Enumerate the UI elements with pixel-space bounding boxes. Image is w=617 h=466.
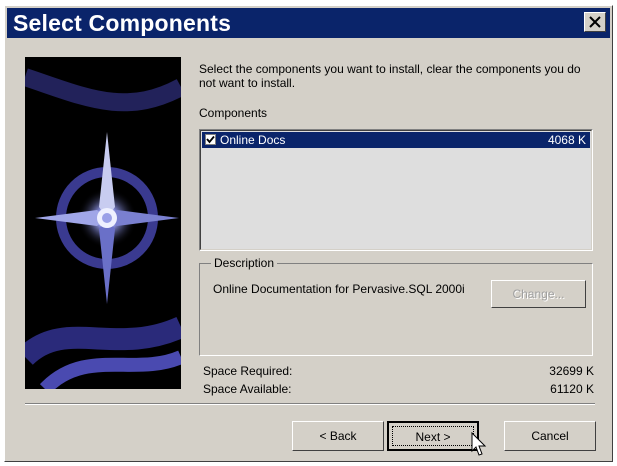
components-list-frame xyxy=(200,130,592,250)
mouse-pointer-icon xyxy=(471,432,487,456)
space-required-value: 32699 K xyxy=(549,364,594,378)
back-button[interactable]: < Back xyxy=(292,421,384,451)
description-label: Description xyxy=(211,256,278,270)
description-group xyxy=(199,263,593,356)
title-bar[interactable]: Select Components xyxy=(7,8,610,38)
change-button[interactable]: Change... xyxy=(491,280,586,308)
checkmark-icon xyxy=(206,135,215,144)
component-checkbox[interactable] xyxy=(205,134,216,145)
components-list[interactable]: Online Docs 4068 K xyxy=(199,129,593,251)
cancel-button[interactable]: Cancel xyxy=(504,421,596,451)
focus-rect xyxy=(392,426,474,446)
intro-text: Select the components you want to instal… xyxy=(199,62,581,90)
separator xyxy=(25,403,595,405)
description-text: Online Documentation for Pervasive.SQL 2… xyxy=(213,282,465,296)
component-name: Online Docs xyxy=(220,133,286,147)
list-item[interactable]: Online Docs 4068 K xyxy=(202,132,590,148)
components-label: Components xyxy=(199,106,268,120)
next-button[interactable]: Next > xyxy=(387,421,479,451)
setup-banner-image xyxy=(25,57,181,389)
close-button[interactable] xyxy=(584,12,606,32)
close-icon xyxy=(589,16,601,28)
space-available-label: Space Available: xyxy=(203,382,292,396)
space-required-label: Space Required: xyxy=(203,364,293,378)
window-title: Select Components xyxy=(13,10,232,36)
space-available-value: 61120 K xyxy=(550,382,594,396)
component-size: 4068 K xyxy=(547,133,586,147)
